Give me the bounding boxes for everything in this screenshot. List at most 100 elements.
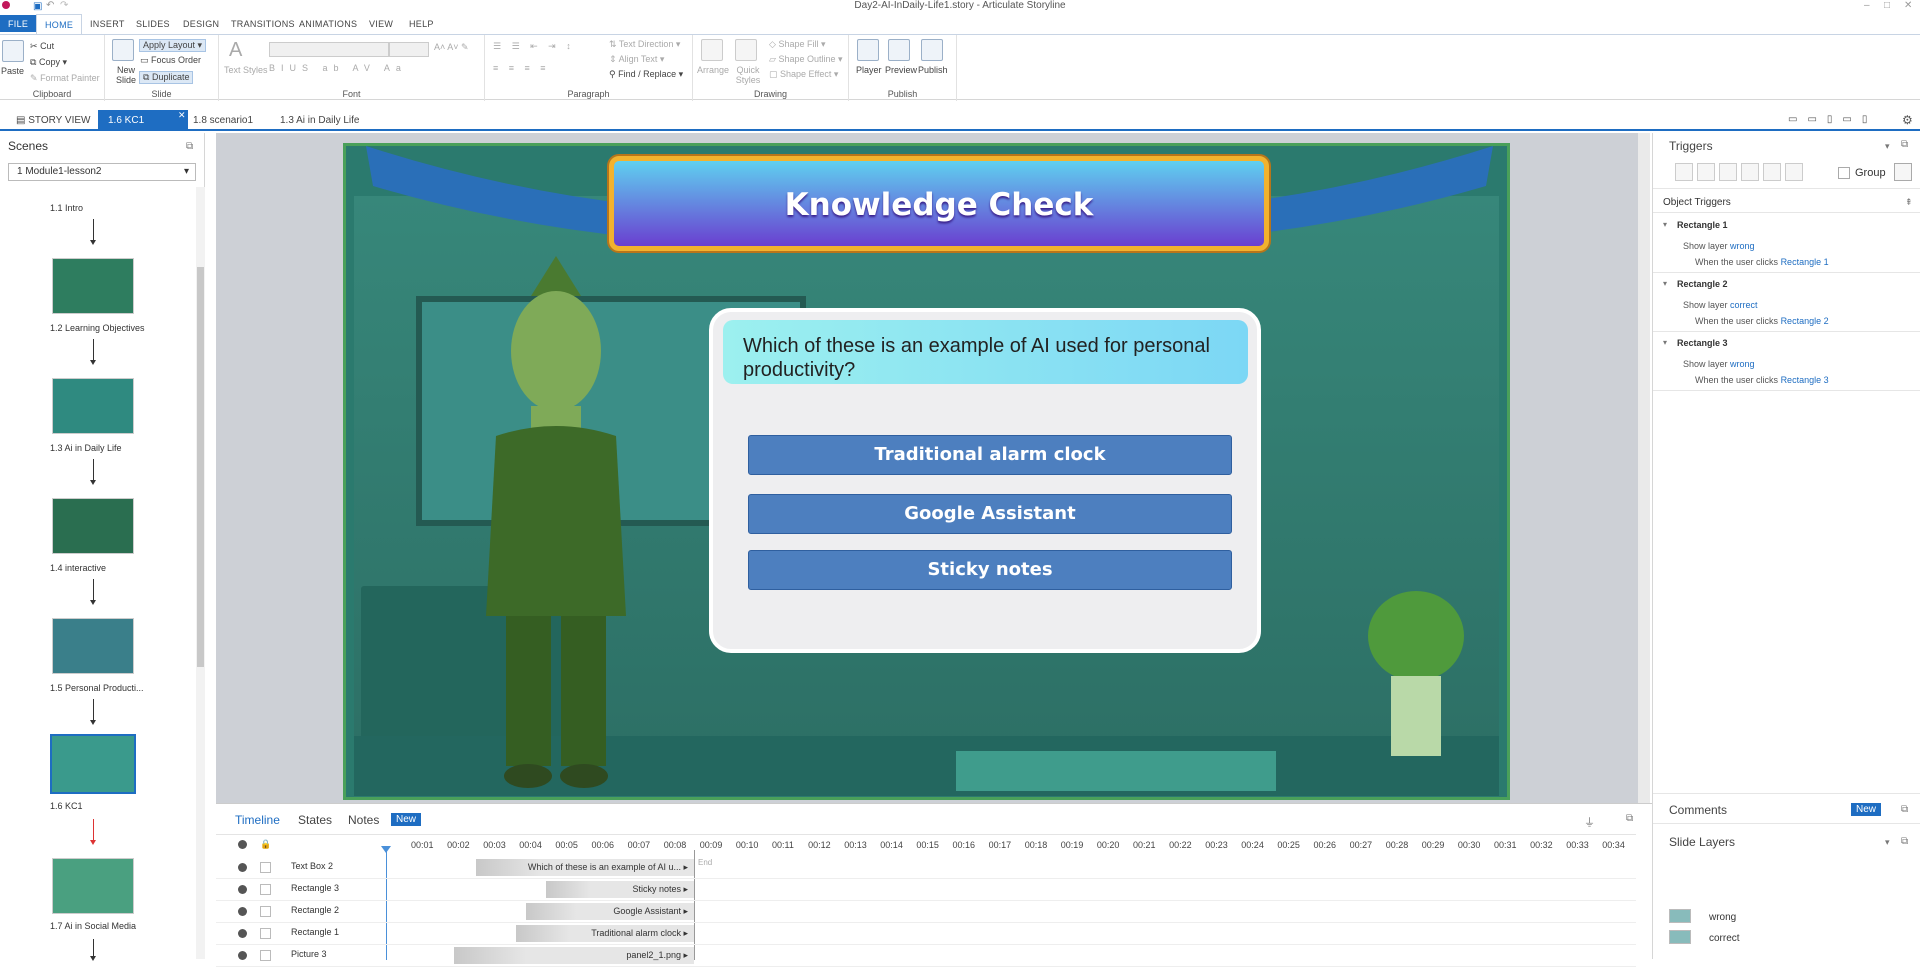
eye-icon[interactable] bbox=[238, 907, 247, 916]
shape-fill-button[interactable]: ◇ Shape Fill ▾ bbox=[769, 39, 826, 50]
question-box[interactable]: Which of these is an example of AI used … bbox=[723, 320, 1248, 384]
trigger-object-name[interactable]: Rectangle 1 bbox=[1677, 220, 1728, 230]
cut-button[interactable]: ✂ Cut bbox=[30, 41, 54, 52]
tab-view[interactable]: VIEW bbox=[363, 17, 399, 31]
eye-icon[interactable] bbox=[238, 863, 247, 872]
slide-thumb-1-2[interactable] bbox=[52, 258, 134, 314]
slide-thumb-1-7[interactable] bbox=[52, 858, 134, 914]
format-painter-button[interactable]: ✎ Format Painter bbox=[30, 73, 100, 84]
lock-checkbox[interactable] bbox=[260, 928, 271, 939]
collapse-icon[interactable]: ⇞ bbox=[1905, 197, 1913, 208]
paste-icon[interactable] bbox=[2, 40, 24, 62]
eye-icon[interactable] bbox=[238, 929, 247, 938]
tab-story-view[interactable]: ▤ STORY VIEW bbox=[6, 110, 100, 131]
font-family-select[interactable] bbox=[269, 42, 389, 57]
text-styles-button[interactable]: Text Styles bbox=[224, 65, 268, 75]
tab-1-6-kc1[interactable]: 1.6 KC1 ✕ bbox=[98, 110, 188, 131]
quick-styles-button[interactable]: Quick Styles bbox=[733, 65, 763, 85]
apply-layout-button[interactable]: Apply Layout ▾ bbox=[139, 39, 207, 52]
move-trigger-icon[interactable] bbox=[1785, 163, 1803, 181]
tab-transitions[interactable]: TRANSITIONS bbox=[225, 17, 301, 31]
tab-home[interactable]: HOME bbox=[36, 14, 83, 35]
arrange-icon[interactable] bbox=[701, 39, 723, 61]
trigger-action[interactable]: Show layer wrong bbox=[1683, 241, 1755, 251]
tab-notes[interactable]: Notes bbox=[348, 813, 379, 827]
shape-outline-button[interactable]: ▱ Shape Outline ▾ bbox=[769, 54, 843, 65]
panel-float-icon[interactable]: ⧉ bbox=[1901, 836, 1908, 847]
publish-icon[interactable] bbox=[921, 39, 943, 61]
character-illustration[interactable] bbox=[476, 256, 636, 796]
timeline-bar[interactable]: panel2_1.png ▸ bbox=[454, 947, 694, 964]
timeline-row[interactable]: Text Box 2 Which of these is an example o… bbox=[216, 857, 1636, 879]
font-size-select[interactable] bbox=[389, 42, 429, 57]
eye-icon[interactable] bbox=[238, 840, 247, 849]
scenes-scrollbar[interactable] bbox=[196, 187, 205, 959]
trigger-action[interactable]: Show layer correct bbox=[1683, 300, 1758, 310]
tab-design[interactable]: DESIGN bbox=[177, 17, 225, 31]
timeline-row[interactable]: Rectangle 2 Google Assistant ▸ bbox=[216, 901, 1636, 923]
copy-trigger-icon[interactable] bbox=[1719, 163, 1737, 181]
new-slide-icon[interactable] bbox=[112, 39, 134, 61]
duplicate-button[interactable]: ⧉ Duplicate bbox=[139, 71, 194, 84]
slide-thumb-1-5[interactable] bbox=[52, 618, 134, 674]
group-checkbox[interactable] bbox=[1838, 167, 1850, 179]
trigger-object-name[interactable]: Rectangle 3 bbox=[1677, 338, 1728, 348]
text-styles-icon[interactable]: A bbox=[229, 39, 251, 61]
lock-checkbox[interactable] bbox=[260, 862, 271, 873]
minimize-icon[interactable]: – bbox=[1864, 0, 1870, 11]
timeline-bar[interactable]: Google Assistant ▸ bbox=[526, 903, 694, 920]
answer-button-2[interactable]: Google Assistant bbox=[748, 494, 1232, 534]
stage-scrollbar[interactable] bbox=[1638, 133, 1650, 803]
panel-float-icon[interactable]: ⧉ bbox=[1901, 139, 1908, 150]
slide-thumb-1-4[interactable] bbox=[52, 498, 134, 554]
edit-trigger-icon[interactable] bbox=[1697, 163, 1715, 181]
timeline-bar[interactable]: Sticky notes ▸ bbox=[546, 881, 694, 898]
title-plate[interactable]: Knowledge Check bbox=[609, 156, 1269, 251]
player-icon[interactable] bbox=[857, 39, 879, 61]
align-icons[interactable]: ≡ ≡ ≡ ≡ bbox=[493, 63, 550, 73]
lock-icon[interactable]: 🔒 bbox=[260, 839, 271, 850]
align-text-button[interactable]: ⇕ Align Text ▾ bbox=[609, 54, 664, 65]
trigger-condition[interactable]: When the user clicks Rectangle 1 bbox=[1695, 257, 1829, 267]
timeline-bar[interactable]: Which of these is an example of AI u... … bbox=[476, 859, 694, 876]
timeline-row[interactable]: Rectangle 1 Traditional alarm clock ▸ bbox=[216, 923, 1636, 945]
expand-icon[interactable]: ▾ bbox=[1663, 338, 1667, 347]
lock-checkbox[interactable] bbox=[260, 884, 271, 895]
slide-thumb-1-3[interactable] bbox=[52, 378, 134, 434]
paste-trigger-icon[interactable] bbox=[1741, 163, 1759, 181]
tab-1-3-ai-in-daily-life[interactable]: 1.3 Ai in Daily Life bbox=[270, 110, 370, 131]
scene-dropdown[interactable]: 1 Module1-lesson2 ▾ bbox=[8, 163, 196, 181]
trigger-condition[interactable]: When the user clicks Rectangle 3 bbox=[1695, 375, 1829, 385]
tab-slides[interactable]: SLIDES bbox=[130, 17, 176, 31]
timeline-row[interactable]: Picture 3 panel2_1.png ▸ bbox=[216, 945, 1636, 967]
trigger-condition[interactable]: When the user clicks Rectangle 2 bbox=[1695, 316, 1829, 326]
audio-icon[interactable]: ⏚ bbox=[1584, 814, 1595, 830]
publish-button[interactable]: Publish bbox=[918, 65, 948, 75]
focus-order-button[interactable]: ▭ Focus Order bbox=[140, 55, 201, 66]
new-slide-button[interactable]: New Slide bbox=[111, 65, 141, 85]
copy-button[interactable]: ⧉ Copy ▾ bbox=[30, 57, 67, 68]
arrange-button[interactable]: Arrange bbox=[697, 65, 729, 75]
format-buttons[interactable]: BIUS ab AV Aa bbox=[269, 63, 407, 73]
preview-icon[interactable] bbox=[888, 39, 910, 61]
eye-icon[interactable] bbox=[238, 885, 247, 894]
trigger-view-icon[interactable] bbox=[1894, 163, 1912, 181]
trigger-action[interactable]: Show layer wrong bbox=[1683, 359, 1755, 369]
tab-states[interactable]: States bbox=[298, 813, 332, 827]
answer-button-1[interactable]: Traditional alarm clock bbox=[748, 435, 1232, 475]
shape-effect-button[interactable]: ▢ Shape Effect ▾ bbox=[769, 69, 838, 80]
close-icon[interactable]: ✕ bbox=[1904, 0, 1912, 11]
panel-float-icon[interactable]: ⧉ bbox=[186, 141, 193, 152]
timeline-row[interactable]: Rectangle 3 Sticky notes ▸ bbox=[216, 879, 1636, 901]
tab-timeline[interactable]: Timeline bbox=[235, 813, 280, 827]
tab-1-8-scenario1[interactable]: 1.8 scenario1 bbox=[183, 110, 263, 131]
delete-trigger-icon[interactable] bbox=[1763, 163, 1781, 181]
expand-icon[interactable]: ▾ bbox=[1663, 220, 1667, 229]
trigger-object-name[interactable]: Rectangle 2 bbox=[1677, 279, 1728, 289]
lock-checkbox[interactable] bbox=[260, 950, 271, 961]
slide-canvas[interactable]: Knowledge Check Which of these is an exa… bbox=[343, 143, 1510, 800]
tab-help[interactable]: HELP bbox=[403, 17, 440, 31]
preview-button[interactable]: Preview bbox=[885, 65, 917, 75]
tab-file[interactable]: FILE bbox=[0, 15, 37, 32]
device-preview-icons[interactable]: ▭▭▯▭▯ bbox=[1788, 114, 1877, 125]
